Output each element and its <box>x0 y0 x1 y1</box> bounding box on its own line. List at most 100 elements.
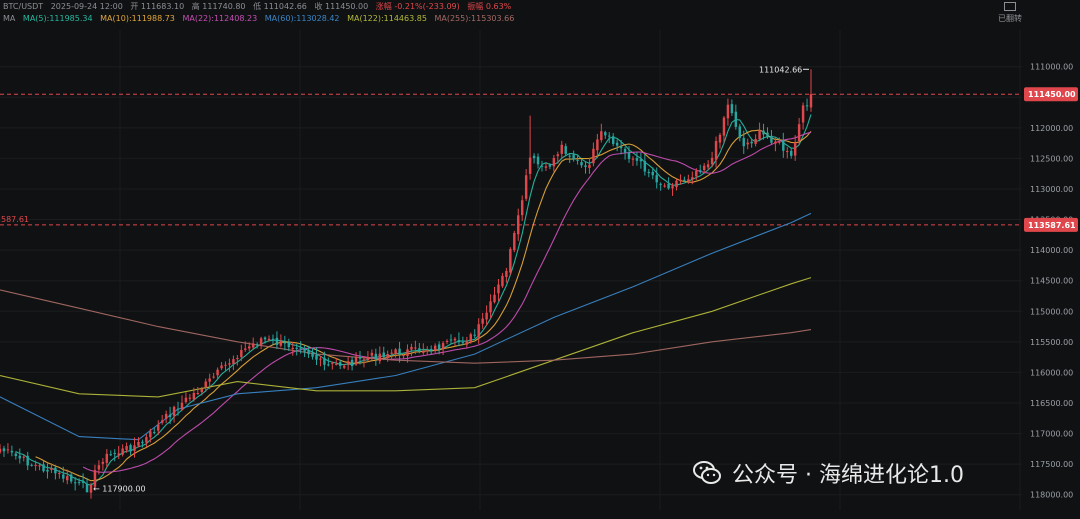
candle-body <box>520 200 524 216</box>
y-tick-label: 113000.00 <box>1030 185 1073 194</box>
candle-body <box>81 480 85 483</box>
ma-legend: MA MA(5):111985.34 MA(10):111988.73 MA(2… <box>3 14 519 23</box>
candle-body <box>6 449 10 451</box>
candle-body <box>176 408 180 410</box>
candle-body <box>481 318 484 324</box>
chart-header: BTC/USDT 2025-09-24 12:00 开 111683.10 高 … <box>0 0 1000 26</box>
candle-body <box>639 159 643 162</box>
ma60-legend: MA(60):113028.42 <box>264 14 340 23</box>
candle-body <box>528 157 532 174</box>
candle-body <box>453 338 457 341</box>
candle-body <box>770 135 773 143</box>
candle-body <box>548 165 552 167</box>
y-tick-label: 115500.00 <box>1030 338 1073 347</box>
candle-body <box>532 155 536 159</box>
candle-body <box>291 347 294 349</box>
candle-body <box>240 350 243 358</box>
candle-body <box>691 177 694 180</box>
candle-body <box>509 249 512 273</box>
candlestick-chart[interactable]: 111000.00111500.00112000.00112500.001130… <box>0 0 1080 515</box>
candle-body <box>232 359 235 364</box>
candle-body <box>279 340 283 346</box>
candle-body <box>311 352 314 357</box>
candle-body <box>220 365 223 369</box>
candle-body <box>501 275 504 287</box>
candle-body <box>26 455 29 466</box>
candle-body <box>738 126 742 138</box>
candle-body <box>667 183 670 189</box>
candle-body <box>18 455 22 459</box>
candle-body <box>576 159 579 161</box>
ma255-legend: MA(255):115303.66 <box>434 14 515 23</box>
candle-body <box>307 350 310 355</box>
candle-body <box>477 324 480 337</box>
candle-body <box>157 424 160 431</box>
candle-body <box>323 357 326 365</box>
candle-body <box>342 365 346 368</box>
candle-body <box>101 461 105 464</box>
ma-toggle[interactable]: MA <box>3 14 15 23</box>
candle-body <box>623 148 627 153</box>
candle-body <box>556 154 560 157</box>
candle-body <box>797 124 801 142</box>
candle-body <box>592 148 595 164</box>
candle-body <box>730 104 734 114</box>
candle-body <box>319 358 322 360</box>
candle-body <box>683 179 686 181</box>
y-tick-label: 114500.00 <box>1030 277 1073 286</box>
candle-body <box>374 353 378 360</box>
candle-body <box>726 104 730 119</box>
candle-body <box>287 341 291 348</box>
extreme-low-label: 111042.66 <box>759 65 802 74</box>
symbol-label[interactable]: BTC/USDT <box>3 2 43 11</box>
candle-body <box>714 141 718 160</box>
candle-body <box>469 334 473 342</box>
candle-body <box>568 155 571 157</box>
candle-body <box>350 359 354 367</box>
candle-body <box>710 157 714 165</box>
candle-body <box>14 453 18 457</box>
candle-body <box>762 130 765 135</box>
candle-body <box>192 392 196 400</box>
candle-body <box>295 347 298 349</box>
candle-body <box>216 369 219 376</box>
candle-body <box>702 165 706 171</box>
open-value: 开 111683.10 <box>130 2 185 11</box>
candle-body <box>437 344 441 350</box>
candle-body <box>402 355 405 357</box>
candle-body <box>129 445 132 452</box>
candle-body <box>200 389 203 393</box>
candle-body <box>426 350 429 352</box>
extreme-high-label: ← 117900.00 <box>93 485 146 494</box>
candle-body <box>441 343 445 350</box>
candle-body <box>631 158 635 160</box>
restore-icon <box>1004 2 1016 11</box>
candle-body <box>706 164 710 168</box>
chart-stage[interactable]: 111000.00111500.00112000.00112500.001130… <box>0 0 1080 515</box>
candle-body <box>635 157 639 161</box>
candle-body <box>805 105 809 107</box>
candle-body <box>675 180 678 188</box>
candle-body <box>422 351 425 353</box>
candle-body <box>97 465 101 470</box>
reference-left-label: 587.61 <box>1 215 29 224</box>
candle-body <box>722 117 726 136</box>
candle-body <box>137 441 140 446</box>
candle-body <box>263 337 267 340</box>
y-tick-label: 117000.00 <box>1030 430 1073 439</box>
candle-body <box>465 341 469 345</box>
candle-body <box>180 402 184 410</box>
candle-body <box>224 364 227 366</box>
candle-body <box>34 464 37 466</box>
candle-body <box>647 171 651 174</box>
current-price-tag: 111450.00 <box>1028 90 1076 99</box>
candle-body <box>335 363 338 365</box>
candle-body <box>259 338 263 346</box>
price-axis: 111000.00111500.00112000.00112500.001130… <box>1030 63 1073 500</box>
candle-body <box>774 141 777 144</box>
candle-body <box>145 437 148 443</box>
candle-body <box>588 164 591 168</box>
y-tick-label: 117500.00 <box>1030 460 1073 469</box>
flip-axis-button[interactable]: 已翻转 <box>998 2 1022 24</box>
candle-body <box>362 359 366 361</box>
